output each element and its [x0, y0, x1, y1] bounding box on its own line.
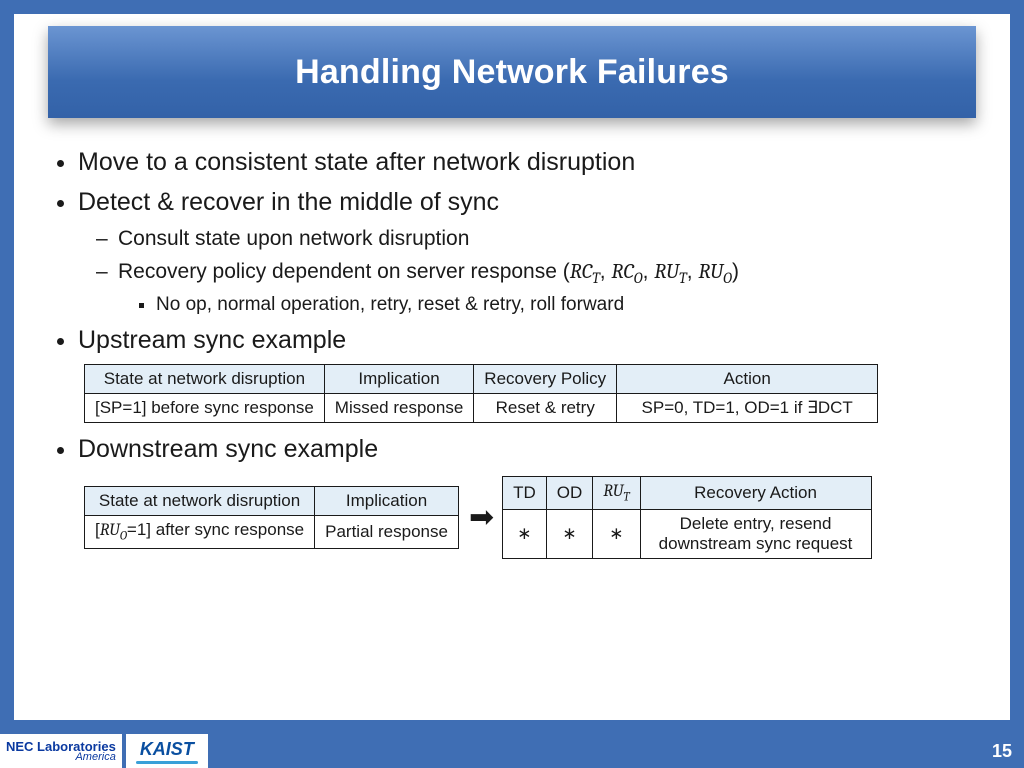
table-row: [RUO=1] after sync response Partial resp… [85, 516, 459, 548]
bullet-2: Detect & recover in the middle of sync C… [78, 186, 972, 318]
ru-t: RUT [654, 260, 686, 284]
bullet-2-text: Detect & recover in the middle of sync [78, 188, 499, 216]
t2a-r1c2: Partial response [315, 516, 459, 548]
bullet-list: Move to a consistent state after network… [52, 146, 972, 358]
rc-t: RCT [570, 260, 600, 284]
kaist-logo: KAIST [126, 734, 208, 768]
t2b-r1c4: Delete entry, resend downstream sync req… [640, 509, 871, 558]
downstream-table-left: State at network disruption Implication … [84, 486, 459, 548]
t1-h3: Recovery Policy [474, 364, 617, 393]
table-row: State at network disruption Implication … [85, 364, 878, 393]
downstream-row: State at network disruption Implication … [84, 472, 972, 562]
nec-logo: NEC Laboratories America [0, 734, 122, 768]
upstream-table: State at network disruption Implication … [84, 364, 878, 423]
t2b-h4: Recovery Action [640, 477, 871, 509]
bullet-2b: Recovery policy dependent on server resp… [118, 257, 972, 318]
bullet-2b-sublist: No op, normal operation, retry, reset & … [118, 292, 972, 318]
rc-o: RCO [611, 260, 642, 284]
page-number: 15 [992, 741, 1012, 762]
bullet-2a: Consult state upon network disruption [118, 224, 972, 253]
kaist-underline [136, 761, 198, 764]
t1-h2: Implication [324, 364, 474, 393]
t2b-h3: RUT [593, 477, 640, 509]
slide-frame: Handling Network Failures Move to a cons… [0, 0, 1024, 768]
bullet-2-sublist: Consult state upon network disruption Re… [78, 224, 972, 318]
downstream-table-right: TD OD RUT Recovery Action ∗ ∗ ∗ Delete e… [502, 476, 871, 558]
table-row: State at network disruption Implication [85, 487, 459, 516]
t2b-h2: OD [546, 477, 593, 509]
slide-body: Handling Network Failures Move to a cons… [14, 14, 1010, 720]
t1-r1c1: [SP=1] before sync response [85, 393, 325, 422]
bullet-4: Downstream sync example [78, 433, 972, 467]
bullet-2b1: No op, normal operation, retry, reset & … [156, 292, 972, 318]
t2a-h2: Implication [315, 487, 459, 516]
ru-o: RUO [698, 260, 732, 284]
logo-strip: NEC Laboratories America KAIST [0, 734, 208, 768]
t1-h1: State at network disruption [85, 364, 325, 393]
content-area: Move to a consistent state after network… [52, 146, 972, 563]
table-row: [SP=1] before sync response Missed respo… [85, 393, 878, 422]
t1-r1c4: SP=0, TD=1, OD=1 if ∃DCT [617, 393, 878, 422]
bullet-3: Upstream sync example [78, 324, 972, 358]
t1-h4: Action [617, 364, 878, 393]
table-row: ∗ ∗ ∗ Delete entry, resend downstream sy… [503, 509, 871, 558]
t2a-h1: State at network disruption [85, 487, 315, 516]
t1-r1c3: Reset & retry [474, 393, 617, 422]
bullet-list-2: Downstream sync example [52, 433, 972, 467]
bullet-1: Move to a consistent state after network… [78, 146, 972, 180]
table-row: TD OD RUT Recovery Action [503, 477, 871, 509]
t2b-r1c3: ∗ [593, 509, 640, 558]
t2a-r1c1: [RUO=1] after sync response [85, 516, 315, 548]
slide-title: Handling Network Failures [295, 53, 729, 92]
title-bar: Handling Network Failures [48, 26, 976, 118]
t2b-h1: TD [503, 477, 547, 509]
t2b-r1c1: ∗ [503, 509, 547, 558]
t2b-r1c2: ∗ [546, 509, 593, 558]
arrow-icon: ➡ [469, 503, 494, 533]
t1-r1c2: Missed response [324, 393, 474, 422]
